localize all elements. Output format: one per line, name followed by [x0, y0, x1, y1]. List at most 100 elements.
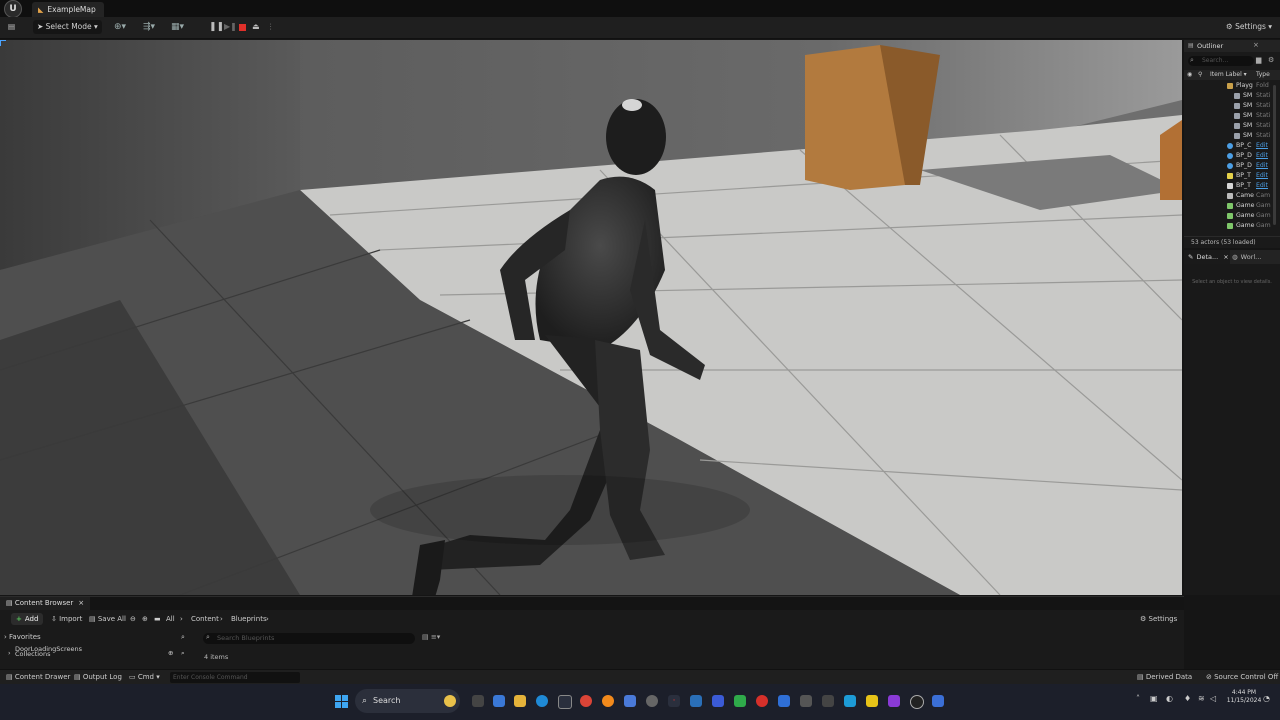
mail-icon[interactable] — [624, 695, 636, 707]
derived-data-button[interactable]: ▤ Derived Data — [1137, 670, 1192, 685]
save-all-button[interactable]: ▤ Save All — [89, 614, 126, 624]
task-view-icon[interactable] — [472, 695, 484, 707]
filter-icon[interactable]: ▤ ≡▾ — [422, 633, 440, 641]
eject-button[interactable]: ⏏ — [252, 20, 260, 34]
outliner-row[interactable]: SM Stati — [1184, 111, 1280, 121]
outliner-row[interactable]: BP_T Edit — [1184, 171, 1280, 181]
tab-content-browser[interactable]: ▤ Content Browser × — [0, 597, 91, 610]
skip-frame-button[interactable]: ▶❚ — [224, 20, 237, 34]
outliner-row[interactable]: BP_C Edit — [1184, 141, 1280, 151]
github-icon[interactable] — [646, 695, 658, 707]
tab-world-settings[interactable]: ◍ Worl... — [1232, 250, 1261, 264]
outliner-row[interactable]: BP_D Edit — [1184, 151, 1280, 161]
chevron-up-icon[interactable]: ˄ — [1136, 694, 1140, 703]
history-back-icon[interactable]: ⊖ — [130, 614, 136, 624]
outliner-scrollbar[interactable] — [1273, 85, 1276, 225]
play-options-button[interactable]: ⋮ — [267, 20, 275, 34]
import-button[interactable]: ⇩ Import — [51, 614, 82, 624]
outliner-row[interactable]: Game Gam — [1184, 221, 1280, 231]
widget-icon[interactable] — [444, 695, 456, 707]
unreal-engine-icon[interactable] — [910, 695, 924, 709]
source-control-button[interactable]: ⊘ Source Control Off — [1206, 670, 1278, 685]
outliner-row[interactable]: BP_D Edit — [1184, 161, 1280, 171]
outliner-row[interactable]: SM Stati — [1184, 131, 1280, 141]
cinematics-icon[interactable]: ▦▾ — [171, 20, 184, 34]
blue-app-icon[interactable] — [932, 695, 944, 707]
file-explorer-icon[interactable] — [514, 695, 526, 707]
windows-start-icon[interactable] — [335, 695, 349, 709]
output-log-button[interactable]: ▤ Output Log — [74, 670, 122, 685]
breadcrumb-all[interactable]: All — [166, 614, 175, 624]
close-icon[interactable]: × — [78, 599, 84, 607]
discord-icon[interactable] — [712, 695, 724, 707]
settings-button[interactable]: ⚙ Settings ▾ — [1226, 20, 1272, 34]
breadcrumb-blueprints[interactable]: Blueprints — [231, 614, 267, 624]
gear-icon[interactable]: ⚙ — [1268, 56, 1274, 64]
cb-settings-button[interactable]: ⚙ Settings — [1140, 614, 1177, 624]
collections-section[interactable]: › DoorLoadingScreens Collections ⊕ ⌕ — [4, 645, 192, 659]
eye-icon[interactable]: ◉ — [1187, 70, 1192, 80]
history-forward-icon[interactable]: ⊕ — [142, 614, 148, 624]
tray-app-icon[interactable]: ▣ — [1150, 694, 1158, 703]
ue-logo-icon[interactable]: U — [4, 0, 22, 18]
tab-map[interactable]: ◣ ExampleMap — [32, 2, 104, 17]
copilot-icon[interactable] — [493, 695, 505, 707]
close-icon[interactable]: × — [1223, 253, 1228, 261]
outliner-row[interactable]: SM Stati — [1184, 91, 1280, 101]
outliner-row[interactable]: Game Gam — [1184, 201, 1280, 211]
close-icon[interactable]: × — [1253, 41, 1259, 49]
outliner-row[interactable]: Came Cam — [1184, 191, 1280, 201]
notification-icon[interactable]: ◔ — [1263, 694, 1270, 703]
steam-tray-icon[interactable]: ◐ — [1166, 694, 1173, 703]
edit-blueprint-link[interactable]: Edit — [1256, 141, 1268, 151]
edit-blueprint-link[interactable]: Edit — [1256, 151, 1268, 161]
greenshot-icon[interactable] — [734, 695, 746, 707]
stop-button[interactable] — [239, 24, 246, 31]
asset-search-input[interactable]: Search Blueprints — [203, 633, 415, 644]
volume-icon[interactable]: ◁ — [1210, 694, 1216, 703]
app-icon[interactable]: · — [668, 695, 680, 707]
blueprints-icon[interactable]: ⇶▾ — [143, 20, 155, 34]
store-icon[interactable] — [558, 695, 572, 709]
content-drawer-button[interactable]: ▤ Content Drawer — [6, 670, 70, 685]
save-icon[interactable]: ▤ — [8, 20, 18, 34]
search-icon[interactable]: ⌕ — [181, 649, 185, 657]
edit-blueprint-link[interactable]: Edit — [1256, 181, 1268, 191]
firefox-icon[interactable] — [602, 695, 614, 707]
edge-icon[interactable] — [536, 695, 548, 707]
outliner-row[interactable]: SM Stati — [1184, 101, 1280, 111]
outliner-row[interactable]: SM Stati — [1184, 121, 1280, 131]
edit-blueprint-link[interactable]: Edit — [1256, 161, 1268, 171]
outliner-search-input[interactable]: Search... — [1188, 56, 1254, 66]
record-icon[interactable] — [756, 695, 768, 707]
add-button[interactable]: + Add — [11, 613, 44, 625]
vscode-icon[interactable] — [844, 695, 856, 707]
outliner-row[interactable]: Playg Fold — [1184, 81, 1280, 91]
purple-app-icon[interactable] — [888, 695, 900, 707]
photos-icon[interactable] — [778, 695, 790, 707]
cmd-dropdown[interactable]: ▭ Cmd ▾ — [129, 670, 160, 685]
mic-icon[interactable]: ♦ — [1184, 694, 1191, 703]
tab-details[interactable]: ✎ Deta... × — [1184, 250, 1230, 264]
select-mode-dropdown[interactable]: ➤ Select Mode ▾ — [33, 20, 102, 34]
breadcrumb-content[interactable]: Content — [191, 614, 219, 624]
add-actor-icon[interactable]: ⊕▾ — [114, 20, 126, 34]
pin-icon[interactable]: ⚲ — [1198, 70, 1202, 80]
add-collection-icon[interactable]: ⊕ — [168, 649, 173, 657]
outliner-title[interactable]: Outliner — [1197, 42, 1223, 50]
console-command-input[interactable]: Enter Console Command — [170, 672, 300, 683]
column-item-label[interactable]: Item Label ▾ — [1210, 70, 1247, 80]
steam-icon[interactable] — [690, 695, 702, 707]
notepad-icon[interactable] — [800, 695, 812, 707]
search-icon[interactable]: ⌕ — [181, 631, 185, 643]
chrome-icon[interactable] — [580, 695, 592, 707]
level-viewport[interactable] — [0, 40, 1182, 595]
outliner-row[interactable]: Game Gam — [1184, 211, 1280, 221]
column-type[interactable]: Type — [1256, 70, 1270, 80]
yellow-app-icon[interactable] — [866, 695, 878, 707]
pause-button[interactable]: ❚❚ — [209, 20, 224, 34]
taskbar-clock[interactable]: 4:44 PM 11/15/2024 — [1224, 689, 1264, 705]
outliner-row[interactable]: BP_T Edit — [1184, 181, 1280, 191]
edit-blueprint-link[interactable]: Edit — [1256, 171, 1268, 181]
favorites-section[interactable]: › Favorites ⌕ — [4, 631, 192, 643]
